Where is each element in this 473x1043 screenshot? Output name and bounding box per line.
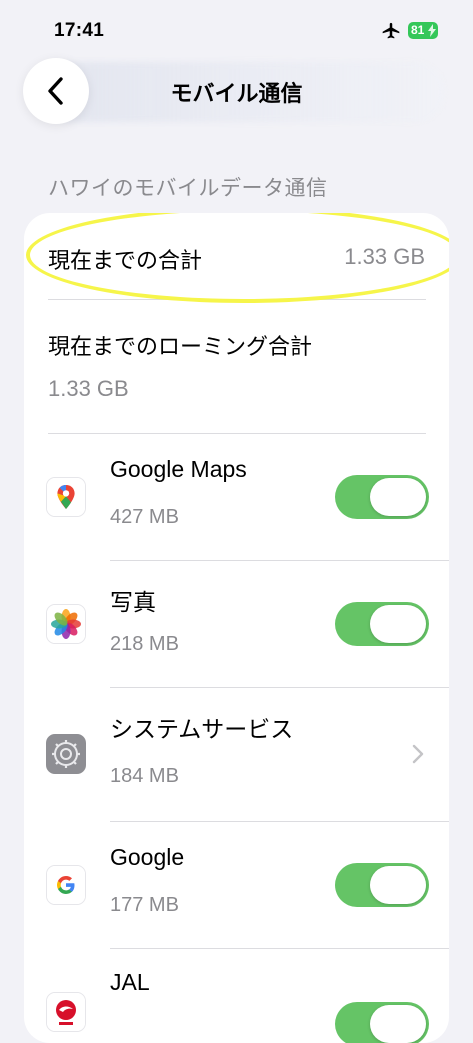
cellular-toggle-google[interactable]	[335, 863, 429, 907]
cellular-toggle-photos[interactable]	[335, 602, 429, 646]
section-header: ハワイのモバイルデータ通信	[48, 177, 328, 200]
app-name: JAL	[110, 969, 150, 995]
status-bar: 17:41 81	[0, 0, 473, 60]
app-row-photos[interactable]: 写真 218 MB	[24, 560, 449, 688]
app-row-google-maps[interactable]: Google Maps 427 MB	[24, 433, 449, 561]
app-name: システムサービス	[110, 716, 294, 742]
charging-bolt-icon	[428, 24, 436, 37]
cellular-toggle-jal[interactable]	[335, 1002, 429, 1043]
app-row-google[interactable]: Google 177 MB	[24, 821, 449, 949]
status-time: 17:41	[54, 20, 105, 41]
airplane-mode-icon	[382, 22, 400, 39]
app-name: Google	[110, 844, 185, 870]
cellular-toggle-google-maps[interactable]	[335, 475, 429, 519]
roaming-usage-row: 現在までのローミング合計 1.33 GB	[24, 299, 449, 433]
app-data-size: 427 MB	[110, 506, 179, 528]
roaming-usage-label: 現在までのローミング合計	[48, 334, 313, 359]
app-data-size: 218 MB	[110, 633, 179, 655]
photos-icon	[46, 604, 86, 644]
data-usage-card: 現在までの合計 1.33 GB 現在までのローミング合計 1.33 GB Goo…	[24, 213, 449, 1043]
system-services-gear-icon	[46, 734, 86, 774]
battery-indicator: 81	[408, 22, 438, 39]
battery-level: 81	[411, 23, 425, 37]
app-data-size: 184 MB	[110, 765, 179, 787]
app-name: Google Maps	[110, 456, 247, 482]
jal-icon	[46, 992, 86, 1032]
roaming-usage-value: 1.33 GB	[48, 376, 129, 401]
page-title: モバイル通信	[170, 81, 303, 106]
app-row-jal[interactable]: JAL	[24, 948, 449, 1043]
app-name: 写真	[110, 589, 156, 615]
google-icon	[46, 865, 86, 905]
app-data-size: 177 MB	[110, 894, 179, 916]
google-maps-icon	[46, 477, 86, 517]
chevron-right-icon	[412, 744, 424, 764]
app-row-system-services[interactable]: システムサービス 184 MB	[24, 687, 449, 821]
